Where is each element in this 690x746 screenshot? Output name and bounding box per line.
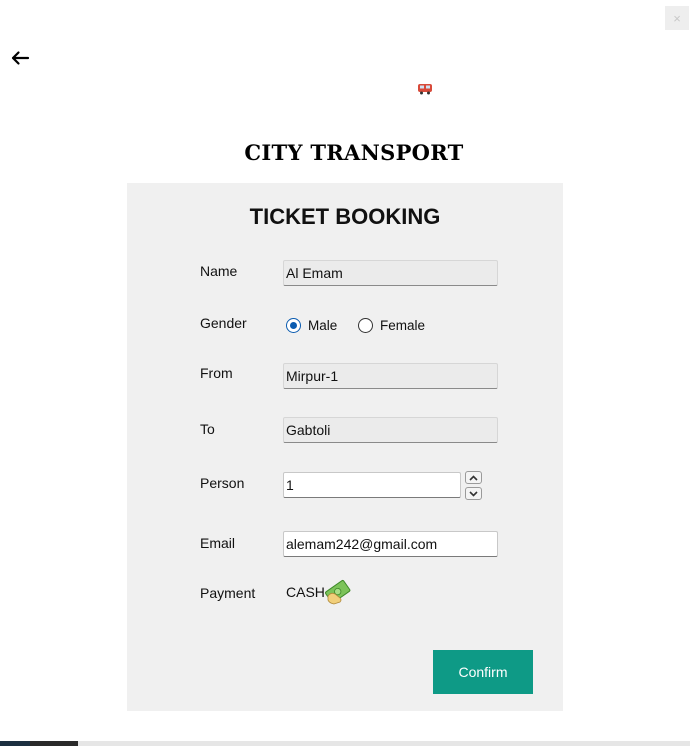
radio-unselected-indicator: [358, 318, 373, 333]
from-label: From: [200, 365, 233, 381]
gender-male-radio[interactable]: Male: [286, 318, 337, 333]
taskbar-segment: [30, 741, 78, 746]
person-increment-button[interactable]: [465, 471, 482, 484]
name-label: Name: [200, 263, 238, 279]
email-field[interactable]: alemam242@gmail.com: [283, 531, 498, 557]
booking-panel: TICKET BOOKING Name Al Emam Gender Male …: [127, 183, 563, 711]
gender-female-radio[interactable]: Female: [358, 318, 425, 333]
person-label: Person: [200, 475, 245, 491]
to-label: To: [200, 421, 215, 437]
person-input[interactable]: 1: [283, 472, 461, 498]
chevron-down-icon: [469, 490, 478, 497]
form-title: TICKET BOOKING: [249, 204, 441, 229]
person-decrement-button[interactable]: [465, 487, 482, 500]
chevron-up-icon: [469, 474, 478, 481]
back-arrow-icon[interactable]: [9, 47, 31, 69]
to-field[interactable]: Gabtoli: [283, 417, 498, 443]
taskbar-strip: [78, 741, 690, 746]
payment-label: Payment: [200, 585, 256, 601]
gender-male-label: Male: [308, 318, 338, 333]
payment-method: CASH: [286, 584, 325, 600]
gender-label: Gender: [200, 315, 247, 331]
money-icon: [322, 576, 354, 608]
name-field[interactable]: Al Emam: [283, 260, 498, 286]
from-field[interactable]: Mirpur-1: [283, 363, 498, 389]
taskbar-segment: [0, 741, 30, 746]
gender-female-label: Female: [380, 318, 426, 333]
radio-selected-indicator: [286, 318, 301, 333]
bus-icon: [417, 82, 433, 95]
close-button[interactable]: ×: [665, 6, 689, 30]
app-brand-title: CITY TRANSPORT: [244, 140, 464, 165]
confirm-button[interactable]: Confirm: [433, 650, 533, 694]
email-label: Email: [200, 535, 236, 551]
